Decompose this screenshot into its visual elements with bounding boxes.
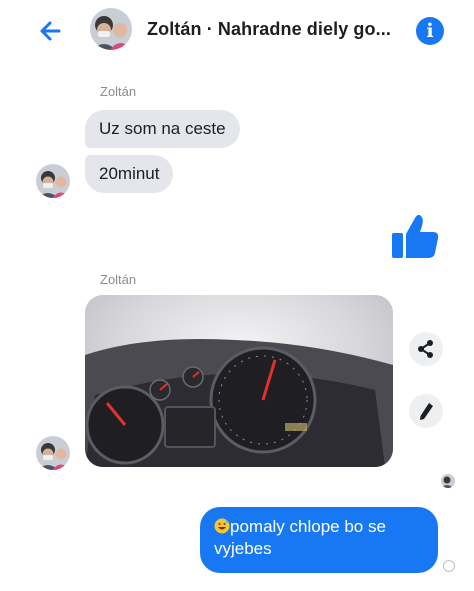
message-bubble-incoming[interactable]: 20minut <box>85 155 174 193</box>
share-icon <box>418 340 433 358</box>
arrow-left-icon <box>40 21 61 41</box>
edit-button[interactable] <box>409 394 443 428</box>
sender-name: Zoltán <box>100 272 137 287</box>
contact-avatar[interactable] <box>90 8 132 50</box>
conversation-title[interactable]: Zoltán · Nahradne diely go... <box>147 19 391 40</box>
sender-avatar[interactable] <box>36 436 70 470</box>
message-bubble-incoming[interactable]: Uz som na ceste <box>85 110 240 148</box>
dashboard-photo[interactable] <box>85 295 393 467</box>
outgoing-message-text: pomaly chlope bo se vyjebes <box>214 517 386 558</box>
thumbs-up-icon[interactable] <box>388 210 442 264</box>
pencil-icon <box>420 403 433 420</box>
sent-status-icon <box>443 560 455 572</box>
read-receipt-avatar <box>441 474 455 488</box>
message-bubble-outgoing[interactable]: pomaly chlope bo se vyjebes <box>200 507 438 573</box>
sender-avatar[interactable] <box>36 164 70 198</box>
share-button[interactable] <box>409 332 443 366</box>
grinning-sweat-emoji-icon <box>214 518 230 534</box>
sender-name: Zoltán <box>100 84 137 99</box>
info-icon[interactable]: i <box>416 17 444 45</box>
back-button[interactable] <box>34 14 68 48</box>
chat-header: Zoltán · Nahradne diely go... i <box>0 0 474 62</box>
